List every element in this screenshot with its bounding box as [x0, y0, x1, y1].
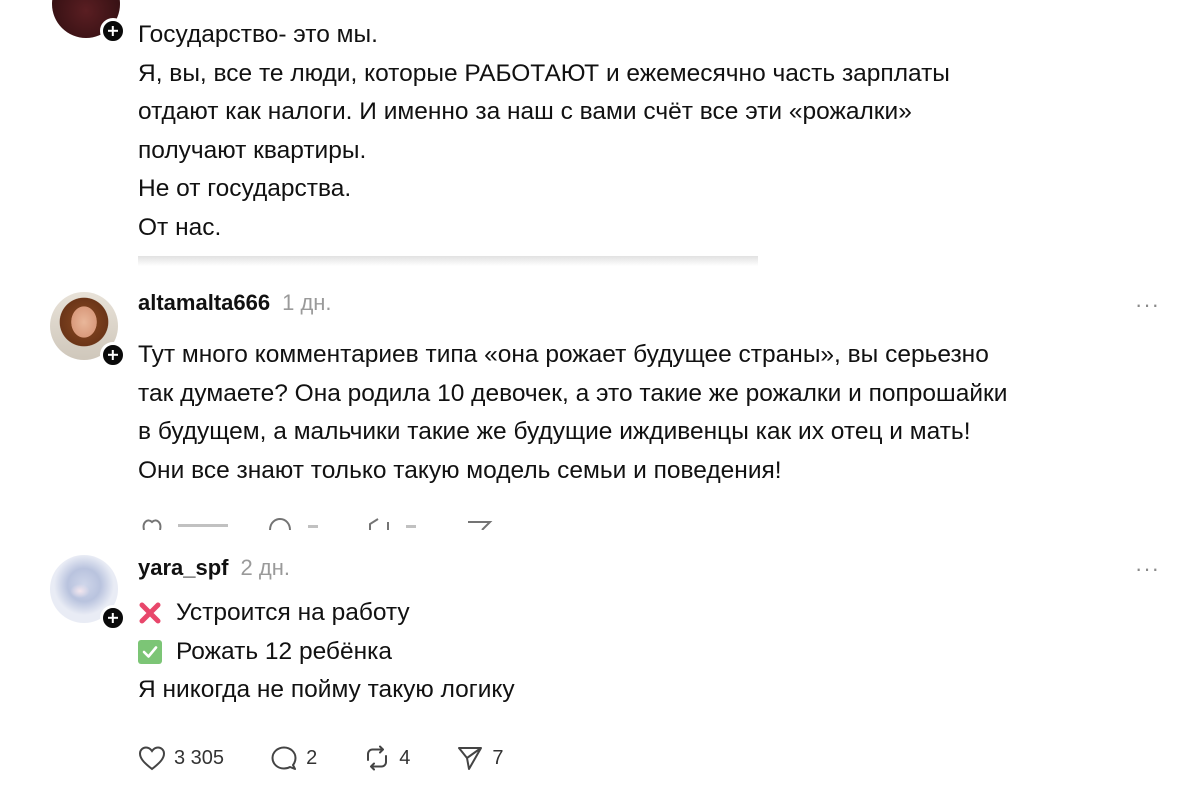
like-count: 3 305 [174, 746, 225, 769]
comment-bubble-icon [271, 746, 297, 770]
timestamp[interactable]: 2 дн. [241, 555, 290, 581]
check-mark-icon [138, 639, 162, 664]
repost-icon [367, 745, 388, 771]
post-text: Устроится на работу Рожать 12 ребёнка Я … [138, 594, 1158, 710]
repost-button[interactable]: 4 [363, 745, 410, 771]
reply-count: 2 [306, 746, 318, 769]
text-line: Я никогда не пойму такую логику [138, 676, 515, 703]
follow-badge-icon[interactable] [100, 605, 126, 631]
action-bar: 3 305 2 4 7 [138, 745, 549, 771]
share-count: 7 [492, 746, 504, 769]
heart-icon [138, 746, 166, 771]
text-line-content: Устроится на работу [176, 599, 410, 626]
text-line-content: Рожать 12 ребёнка [176, 637, 392, 665]
post-3: yara_spf 2 дн. ··· Устроится на работу Р… [0, 0, 1200, 800]
username[interactable]: yara_spf [138, 555, 229, 581]
share-button[interactable]: 7 [456, 745, 503, 771]
avatar[interactable] [50, 555, 126, 631]
send-icon [458, 747, 483, 770]
text-line: Рожать 12 ребёнка [138, 633, 1158, 672]
text-line: Устроится на работу [138, 594, 1158, 633]
cross-mark-icon [139, 602, 161, 624]
repost-count: 4 [399, 746, 411, 769]
more-options-icon[interactable]: ··· [1135, 556, 1160, 582]
like-button[interactable]: 3 305 [138, 745, 224, 771]
reply-button[interactable]: 2 [270, 745, 317, 771]
